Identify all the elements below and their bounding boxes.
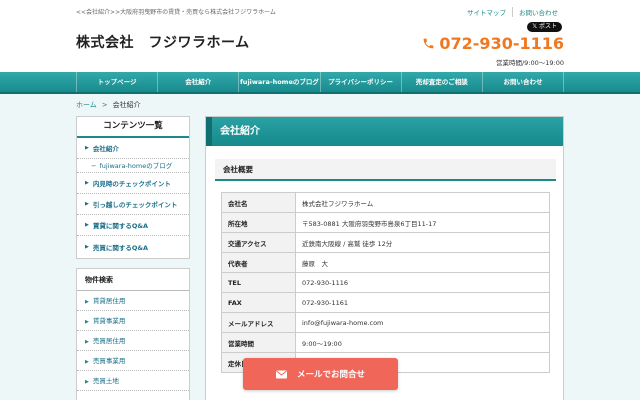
sidebar-item-label: 内見時のチェックポイント xyxy=(92,180,171,188)
sidebar-item-label: 引っ越しのチェックポイント xyxy=(92,201,178,209)
search-item-sale-business[interactable]: ▶ 売買事業用 xyxy=(77,351,189,371)
sidebar-item-moving[interactable]: ▶ 引っ越しのチェックポイント xyxy=(77,194,189,215)
breadcrumb: ホーム > 会社紹介 xyxy=(76,100,141,110)
property-search-title: 物件検索 xyxy=(77,269,189,291)
search-item-sale-land[interactable]: ▶ 売買土地 xyxy=(77,371,189,391)
row-key: FAX xyxy=(221,292,296,313)
table-row: FAX 072-930-1161 xyxy=(221,292,550,313)
mail-contact-button[interactable]: メールでお問合せ xyxy=(243,358,398,390)
header-tagline: <<会社紹介>>大阪府羽曳野市の賃貸・売買なら株式会社フジワラホーム xyxy=(76,9,276,16)
row-key: 交通アクセス xyxy=(221,232,296,253)
dash-icon: − xyxy=(91,162,97,170)
mail-contact-label: メールでお問合せ xyxy=(296,370,365,380)
row-value: 藤原 大 xyxy=(295,252,550,273)
phone-icon xyxy=(424,38,434,49)
row-key: 代表者 xyxy=(221,252,296,273)
arrow-right-icon: ▶ xyxy=(85,201,89,207)
nav-item-appraisal[interactable]: 売却査定のご相談 xyxy=(400,72,482,92)
sidebar-item-viewing[interactable]: ▶ 内見時のチェックポイント xyxy=(77,173,189,194)
row-key: 会社名 xyxy=(221,192,296,213)
contents-title: コンテンツ一覧 xyxy=(77,117,189,138)
company-info-table: 会社名 株式会社フジワラホーム 所在地 〒583-0881 大阪府羽曳野市島泉6丁目… xyxy=(221,192,550,373)
phone-number-text: 072-930-1116 xyxy=(439,34,564,53)
arrow-right-icon: ▶ xyxy=(85,145,89,151)
breadcrumb-home[interactable]: ホーム xyxy=(76,101,97,109)
nav-item-contact[interactable]: お問い合わせ xyxy=(481,72,565,92)
search-item-label: 売買事業用 xyxy=(92,357,126,365)
search-item-rent-residential[interactable]: ▶ 賃貸居住用 xyxy=(77,291,189,311)
global-nav: トップページ 会社紹介 fujiwara-homeのブログ プライバシーポリシー… xyxy=(0,72,640,94)
row-value: 072-930-1116 xyxy=(295,272,550,293)
search-item-sale-residential[interactable]: ▶ 売買居住用 xyxy=(77,331,189,351)
search-item-label: 賃貸居住用 xyxy=(92,297,126,305)
nav-item-blog[interactable]: fujiwara-homeのブログ xyxy=(238,72,319,92)
search-item-label: 賃貸事業用 xyxy=(92,317,126,325)
row-value: 近鉄南大阪線 / 高鷲 徒歩 12分 xyxy=(295,232,550,253)
arrow-right-icon: ▶ xyxy=(85,359,89,365)
table-row: TEL 072-930-1116 xyxy=(221,272,550,293)
table-row: 営業時間 9:00～19:00 xyxy=(221,332,550,353)
row-value: 072-930-1161 xyxy=(295,292,550,313)
nav-item-top[interactable]: トップページ xyxy=(76,72,157,92)
search-item-rent-business[interactable]: ▶ 賃貸事業用 xyxy=(77,311,189,331)
row-value: 〒583-0881 大阪府羽曳野市島泉6丁目11-17 xyxy=(295,212,550,233)
arrow-right-icon: ▶ xyxy=(85,180,89,186)
breadcrumb-separator: > xyxy=(101,101,108,109)
table-row: 所在地 〒583-0881 大阪府羽曳野市島泉6丁目11-17 xyxy=(221,212,550,233)
nav-item-company[interactable]: 会社紹介 xyxy=(157,72,238,92)
table-row: メールアドレス info@fujiwara-home.com xyxy=(221,312,550,333)
nav-item-privacy[interactable]: プライバシーポリシー xyxy=(319,72,401,92)
row-value: 9:00～19:00 xyxy=(295,332,550,353)
page: <<会社紹介>>大阪府羽曳野市の賃貸・売買なら株式会社フジワラホーム サイトマッ… xyxy=(0,0,640,400)
x-post-label: ポスト xyxy=(538,23,557,30)
breadcrumb-current: 会社紹介 xyxy=(112,101,141,109)
row-value: 株式会社フジワラホーム xyxy=(295,192,550,213)
sitemap-link[interactable]: サイトマップ xyxy=(461,7,512,17)
arrow-right-icon: ▶ xyxy=(85,379,89,385)
x-icon: 𝕏 xyxy=(532,23,539,30)
row-key: メールアドレス xyxy=(221,312,296,333)
contact-link[interactable]: お問い合わせ xyxy=(512,7,564,17)
sidebar-item-label: 会社紹介 xyxy=(92,145,119,153)
sidebar-item-label: 売買に関するQ&A xyxy=(92,243,149,252)
table-row: 代表者 藤原 大 xyxy=(221,252,550,273)
search-item-label: 売買居住用 xyxy=(92,337,126,345)
arrow-right-icon: ▶ xyxy=(85,243,89,250)
arrow-right-icon: ▶ xyxy=(85,339,89,345)
site-logo[interactable]: 株式会社 フジワラホーム xyxy=(76,32,250,52)
arrow-right-icon: ▶ xyxy=(85,319,89,325)
row-key: TEL xyxy=(221,272,296,293)
arrow-right-icon: ▶ xyxy=(85,222,89,228)
property-search-sidebar: 物件検索 ▶ 賃貸居住用 ▶ 賃貸事業用 ▶ 売買居住用 ▶ 売買事業用 ▶ 売買土地 xyxy=(76,268,190,400)
header-links: サイトマップ お問い合わせ xyxy=(461,7,564,17)
sidebar-item-label: fujiwara-homeのブログ xyxy=(99,162,173,170)
page-title: 会社紹介 xyxy=(206,117,563,146)
search-item-label: 売買土地 xyxy=(92,377,119,385)
sidebar-item-rent-qa[interactable]: ▶ 賃貸に関するQ&A xyxy=(77,215,189,236)
x-post-button[interactable]: 𝕏 ポスト xyxy=(527,22,562,32)
row-value: info@fujiwara-home.com xyxy=(295,312,550,333)
sidebar-item-sale-qa[interactable]: ▶ 売買に関するQ&A xyxy=(77,236,189,257)
row-key: 営業時間 xyxy=(221,332,296,353)
table-row: 会社名 株式会社フジワラホーム xyxy=(221,192,550,213)
phone-number[interactable]: 072-930-1116 xyxy=(422,34,564,53)
arrow-right-icon: ▶ xyxy=(85,299,89,305)
row-key: 所在地 xyxy=(221,212,296,233)
mail-icon xyxy=(275,370,287,378)
sidebar-item-label: 賃貸に関するQ&A xyxy=(92,222,149,230)
business-hours: 営業時間/9:00～19:00 xyxy=(495,59,564,67)
contents-sidebar: コンテンツ一覧 ▶ 会社紹介 − fujiwara-homeのブログ ▶ 内見時のチェ… xyxy=(76,116,190,259)
section-heading: 会社概要 xyxy=(215,159,556,181)
sidebar-item-company[interactable]: ▶ 会社紹介 xyxy=(77,138,189,159)
table-row: 交通アクセス 近鉄南大阪線 / 高鷲 徒歩 12分 xyxy=(221,232,550,253)
sidebar-item-blog[interactable]: − fujiwara-homeのブログ xyxy=(77,159,189,173)
